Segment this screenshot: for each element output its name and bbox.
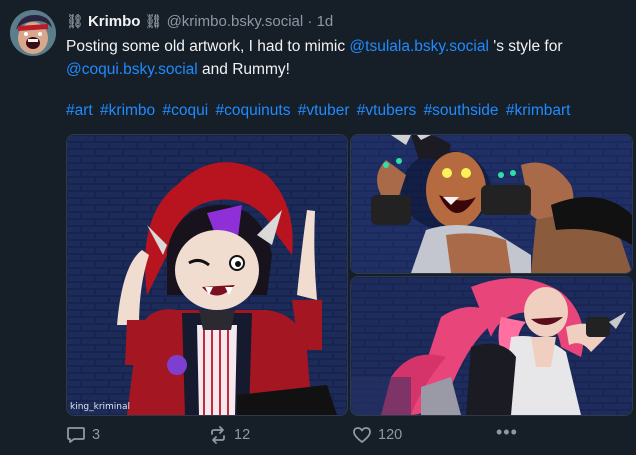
post-actions: 3 12 120 ••• [66,422,631,448]
hashtag-link[interactable]: #coquinuts [215,102,290,119]
post-text: Posting some old artwork, I had to mimic… [66,35,631,81]
post-text-part: Posting some old artwork, I had to mimic [66,38,350,55]
ellipsis-icon: ••• [496,422,518,442]
author-handle[interactable]: @krimbo.bsky.social [167,13,304,30]
author-name[interactable]: Krimbo [88,13,141,30]
reply-icon [66,426,86,444]
repost-count: 12 [234,427,251,443]
more-options-button[interactable]: ••• [496,422,518,443]
artwork-image-bottom-right[interactable] [350,276,633,416]
hashtag-link[interactable]: #southside [424,102,499,119]
image-gallery: king_kriminal [66,134,633,416]
hashtag-link[interactable]: #coqui [162,102,208,119]
chain-icon: ⛓ [66,13,84,29]
heart-icon [352,426,372,444]
hashtag-link[interactable]: #krimbo [100,102,155,119]
post-text-part: 's style for [488,38,563,55]
post-header: ⛓ Krimbo ⛓ @krimbo.bsky.social · 1d [66,11,333,32]
artwork-image-top-right[interactable] [350,134,633,274]
separator: · [307,13,313,30]
hashtag-link[interactable]: #vtubers [357,102,416,119]
artist-watermark: king_kriminal [70,402,131,412]
hashtag-list: #art #krimbo #coqui #coquinuts #vtuber #… [66,101,636,121]
like-button[interactable]: 120 [352,426,402,444]
hashtag-link[interactable]: #art [66,102,93,119]
repost-icon [208,426,228,444]
post-time[interactable]: 1d [317,13,334,30]
hashtag-link[interactable]: #vtuber [298,102,350,119]
chain-icon: ⛓ [144,13,163,29]
avatar[interactable] [10,10,56,56]
post-text-part: and Rummy! [197,61,290,78]
reply-count: 3 [92,427,101,443]
reply-button[interactable]: 3 [66,426,100,444]
post: ⛓ Krimbo ⛓ @krimbo.bsky.social · 1d Post… [0,0,636,455]
like-count: 120 [378,427,403,443]
mention-link[interactable]: @tsulala.bsky.social [349,38,489,55]
hashtag-link[interactable]: #krimbart [506,102,571,119]
repost-button[interactable]: 12 [208,426,250,444]
artwork-image-main[interactable]: king_kriminal [66,134,348,416]
mention-link[interactable]: @coqui.bsky.social [66,61,198,78]
